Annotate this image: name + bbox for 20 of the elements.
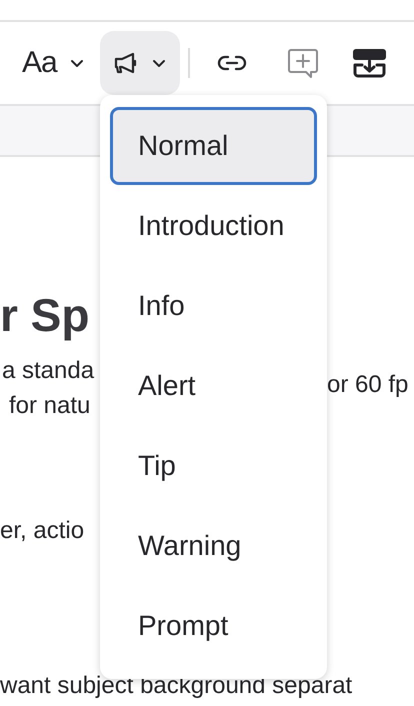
callout-button[interactable] xyxy=(100,31,180,95)
menu-item[interactable]: Warning xyxy=(110,507,317,585)
chevron-icon xyxy=(70,58,84,68)
body-text: or 60 fp xyxy=(327,370,410,400)
menu-item[interactable]: Prompt xyxy=(110,587,317,665)
body-text: a standa xyxy=(2,356,96,386)
comment-plus-icon xyxy=(286,48,319,78)
menu-item[interactable]: Alert xyxy=(110,347,317,425)
heading: r Sp xyxy=(0,288,90,343)
body-text: for natu xyxy=(9,391,92,421)
menu-item[interactable]: Info xyxy=(110,267,317,345)
menu-item[interactable]: Tip xyxy=(110,427,317,505)
body-text: want subject background separat xyxy=(0,671,354,701)
text-style-button[interactable]: Aa xyxy=(22,31,84,95)
body-text: er, actio xyxy=(0,516,86,546)
tray-download-icon xyxy=(353,48,386,78)
chevron-icon xyxy=(152,58,166,68)
menu-item[interactable]: Introduction xyxy=(110,187,317,265)
menu-item[interactable]: Normal xyxy=(110,107,317,185)
link-icon xyxy=(216,55,247,71)
